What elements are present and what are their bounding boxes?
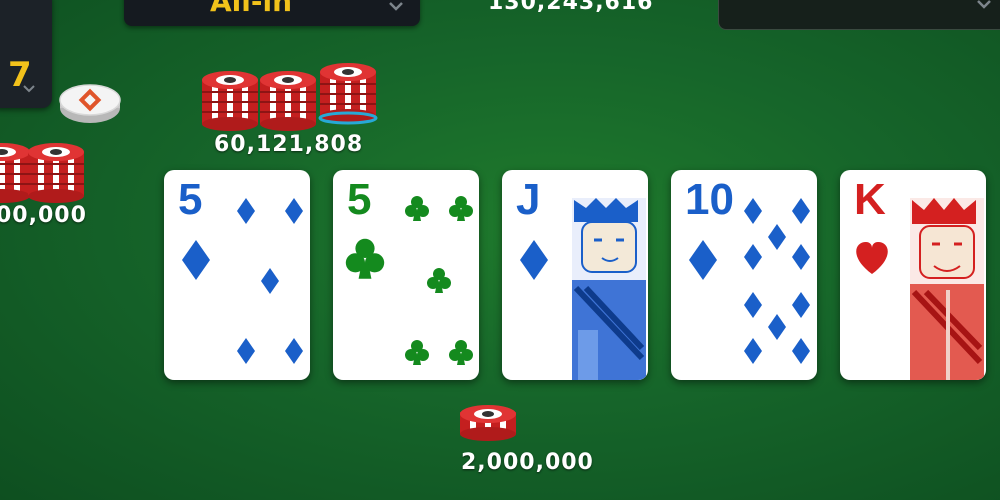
board-card-3: J — [502, 170, 648, 380]
card-rank: 5 — [347, 175, 372, 224]
board-card-4: 10 — [671, 170, 817, 380]
chip-stack-left — [0, 142, 85, 204]
board-card-5: K — [840, 170, 986, 380]
bet-amount-center: 60,121,808 — [214, 132, 364, 157]
board-card-2: 5 — [333, 170, 479, 380]
chevron-down-icon[interactable] — [388, 0, 404, 12]
bet-amount-left: 00,000 — [0, 203, 87, 228]
chevron-down-icon[interactable] — [22, 84, 36, 94]
card-rank: 10 — [685, 175, 734, 224]
pot-total: 130,243,616 — [488, 0, 654, 15]
card-rank: K — [854, 175, 886, 224]
chip-stack-bottom — [460, 405, 516, 441]
dealer-button-icon — [59, 84, 121, 123]
chip-stack-center — [201, 62, 378, 132]
card-rank: 5 — [178, 175, 203, 224]
right-select[interactable] — [718, 0, 1000, 30]
action-select-label: All-in — [210, 0, 293, 18]
chevron-down-icon[interactable] — [976, 0, 992, 10]
board-card-1: 5 — [164, 170, 310, 380]
card-rank: J — [516, 175, 541, 224]
bet-amount-bottom: 2,000,000 — [461, 450, 594, 475]
